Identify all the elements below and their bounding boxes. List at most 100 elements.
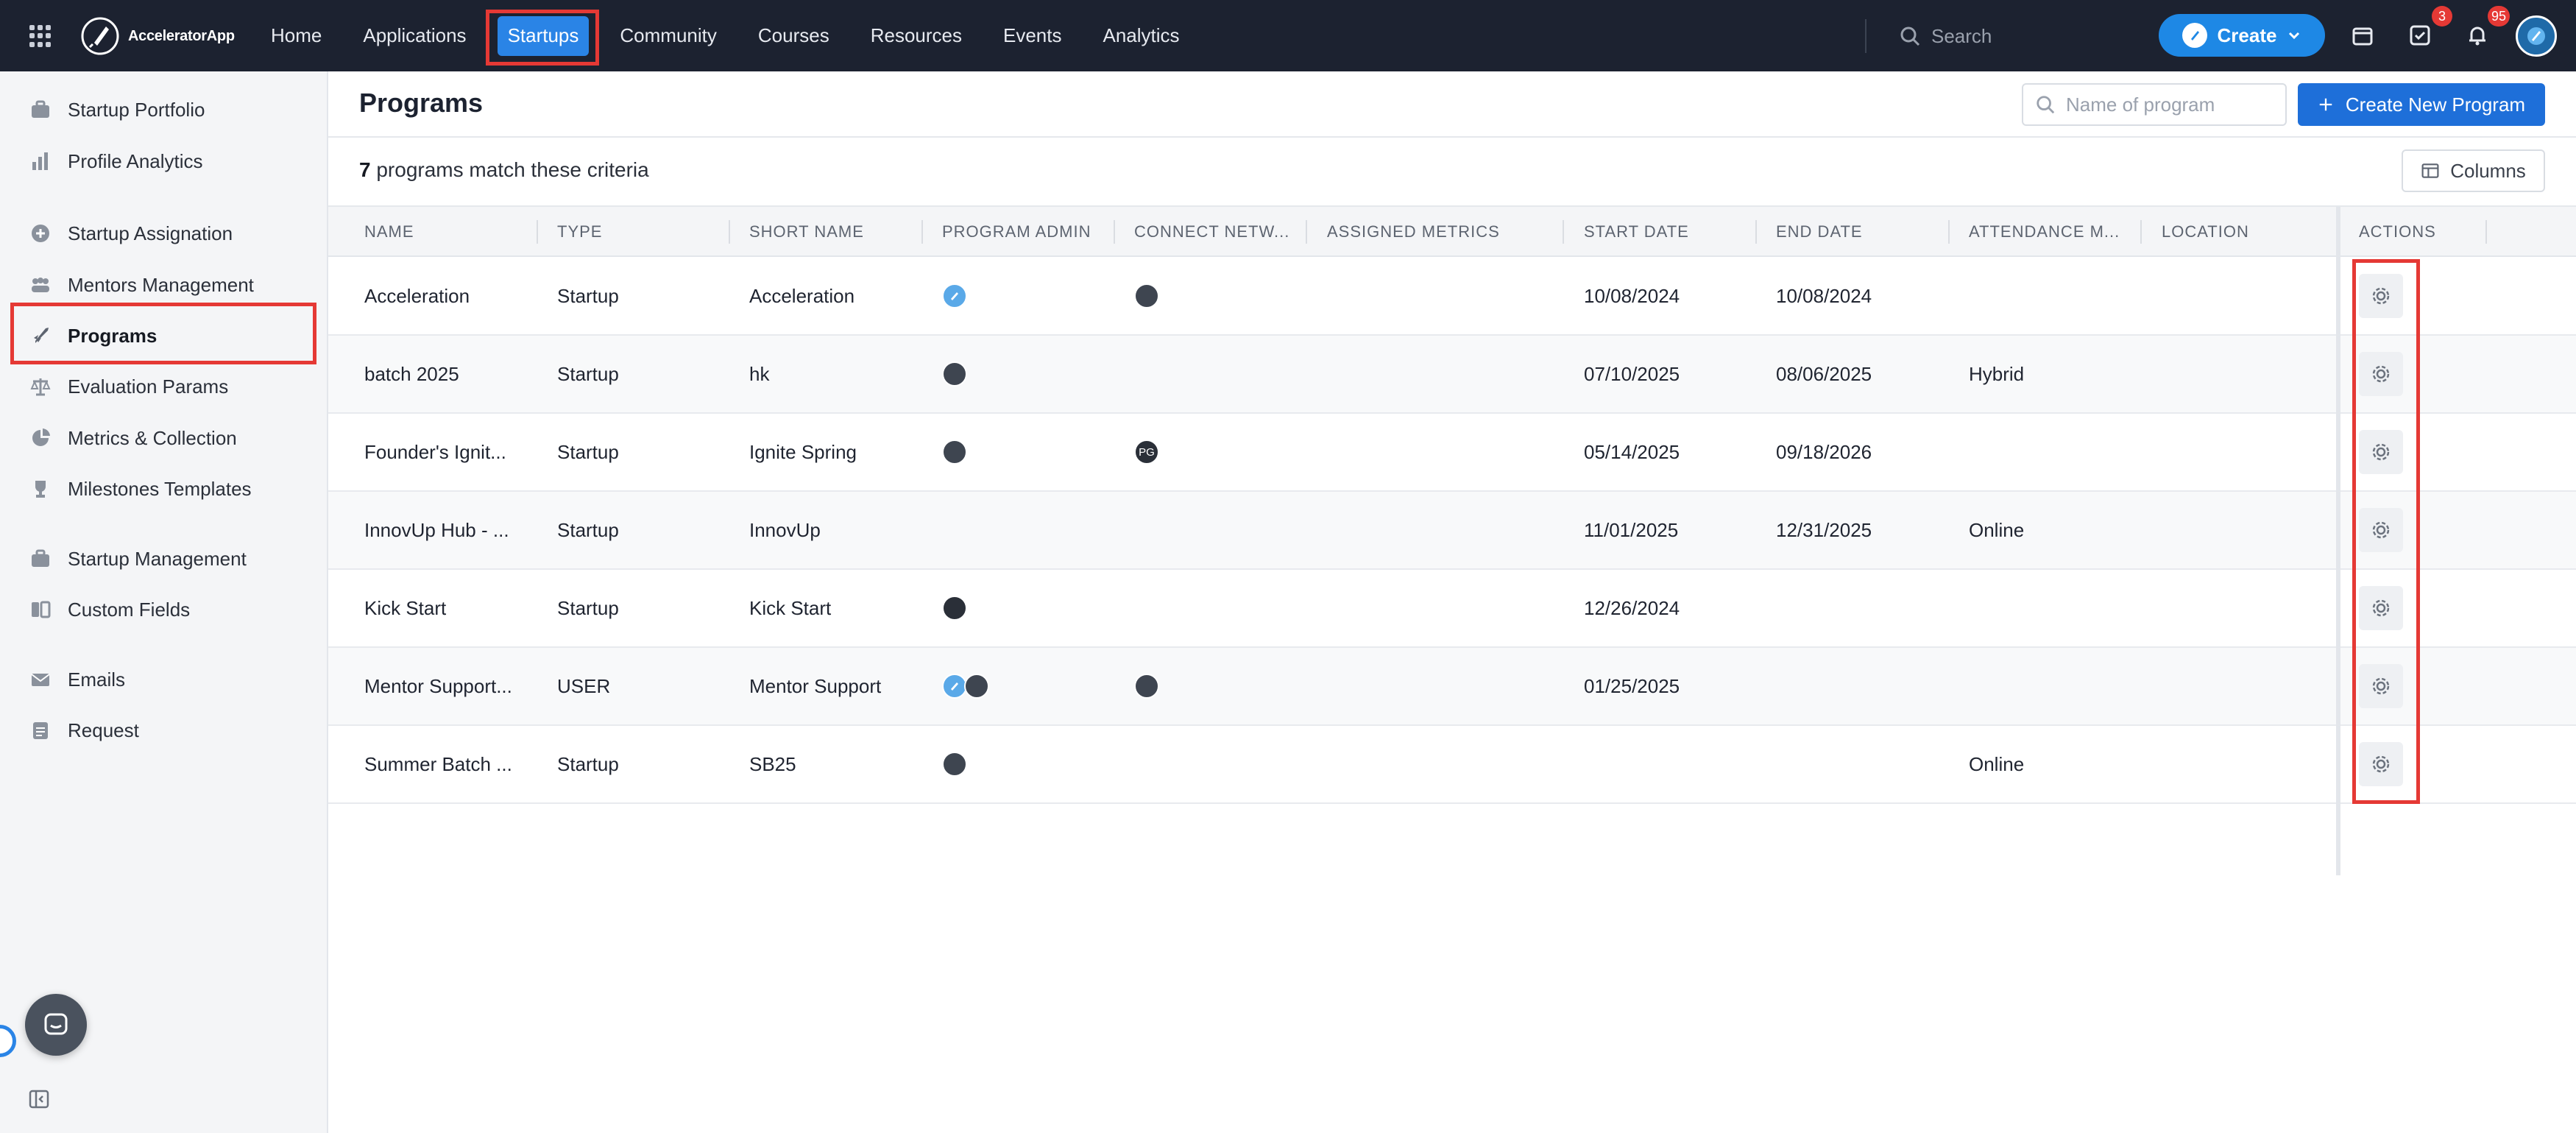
clipboard-icon — [33, 722, 48, 739]
briefcase-icon — [32, 549, 49, 567]
sidebar-item-label: Profile Analytics — [68, 149, 203, 172]
plus-circle-icon — [32, 225, 49, 242]
column-header-program-admin[interactable]: PROGRAM ADMIN — [942, 207, 1091, 257]
sidebar-item-programs[interactable]: Programs — [0, 315, 328, 356]
cell-name[interactable]: Founder's Ignit... — [364, 414, 506, 490]
column-header-short-name[interactable]: SHORT NAME — [749, 207, 864, 257]
settings-gear-button[interactable] — [2359, 430, 2403, 474]
column-resize-handle — [729, 220, 730, 244]
sidebar-item-evaluation-params[interactable]: Evaluation Params — [0, 366, 328, 407]
settings-gear-button[interactable] — [2359, 274, 2403, 318]
column-header-name[interactable]: NAME — [364, 207, 414, 257]
sidebar-item-label: Startup Assignation — [68, 222, 233, 244]
sidebar-item-custom-fields[interactable]: Custom Fields — [0, 589, 328, 630]
profile-logo-icon — [2527, 27, 2545, 45]
sidebar-item-mentors-management[interactable]: Mentors Management — [0, 264, 328, 306]
sidebar-item-startup-assignation[interactable]: Startup Assignation — [0, 213, 328, 254]
column-resize-handle — [1755, 220, 1757, 244]
settings-gear-button[interactable] — [2359, 742, 2403, 786]
admin-avatar[interactable] — [942, 283, 967, 308]
nav-events[interactable]: Events — [983, 16, 1083, 56]
cell-short-name: hk — [749, 362, 770, 385]
admin-avatar[interactable] — [964, 674, 989, 699]
sidebar-item-milestones-templates[interactable]: Milestones Templates — [0, 468, 328, 509]
settings-gear-button[interactable] — [2359, 586, 2403, 630]
rocket-icon — [34, 328, 49, 343]
table-row[interactable]: Summer Batch ... Startup SB25 Online — [328, 726, 2576, 804]
cell-name[interactable]: InnovUp Hub - ... — [364, 492, 509, 568]
columns-button[interactable]: Columns — [2402, 149, 2545, 192]
column-header-type[interactable]: TYPE — [557, 207, 602, 257]
nav-analytics[interactable]: Analytics — [1082, 16, 1200, 56]
cell-program-admin — [942, 414, 967, 490]
filter-placeholder: Name of program — [2066, 93, 2215, 116]
table-row[interactable]: batch 2025 Startup hk 07/10/2025 08/06/2… — [328, 336, 2576, 414]
cell-end-date: 08/06/2025 — [1776, 362, 1872, 385]
cell-attendance: Online — [1969, 518, 2025, 541]
nav-home[interactable]: Home — [250, 16, 342, 56]
column-header-location[interactable]: LOCATION — [2162, 207, 2249, 257]
admin-avatar[interactable] — [942, 361, 967, 387]
cell-name[interactable]: Acceleration — [364, 258, 470, 334]
user-avatar[interactable] — [2516, 15, 2557, 57]
network-avatar-initials[interactable]: PG — [1134, 440, 1159, 465]
column-header-assigned-metrics[interactable]: ASSIGNED METRICS — [1327, 207, 1500, 257]
admin-avatar[interactable] — [942, 752, 967, 777]
cell-name[interactable]: Kick Start — [364, 570, 446, 646]
table-row[interactable]: Mentor Support... USER Mentor Support 01… — [328, 648, 2576, 726]
settings-gear-button[interactable] — [2359, 664, 2403, 708]
nav-applications[interactable]: Applications — [342, 16, 486, 56]
cell-attendance: Hybrid — [1969, 362, 2025, 385]
sidebar-item-label: Evaluation Params — [68, 375, 229, 398]
table-row[interactable]: InnovUp Hub - ... Startup InnovUp 11/01/… — [328, 492, 2576, 570]
sidebar-item-startup-management[interactable]: Startup Management — [0, 538, 328, 579]
search-icon — [2037, 96, 2055, 114]
cell-name[interactable]: Summer Batch ... — [364, 726, 512, 802]
create-new-program-button[interactable]: Create New Program — [2298, 83, 2545, 126]
network-avatar[interactable] — [1134, 283, 1159, 308]
global-search[interactable]: Search — [1899, 19, 1992, 53]
cell-program-admin — [942, 336, 967, 412]
column-resize-handle — [1114, 220, 1115, 244]
admin-avatar[interactable] — [942, 440, 967, 465]
settings-gear-button[interactable] — [2359, 352, 2403, 396]
sidebar-item-label: Emails — [68, 668, 126, 691]
main-content: Programs Name of program Create New Prog… — [328, 71, 2576, 1133]
sidebar-item-metrics-collection[interactable]: Metrics & Collection — [0, 417, 328, 459]
column-header-attendance-mode[interactable]: ATTENDANCE M... — [1969, 207, 2120, 257]
chat-widget-icon[interactable] — [25, 994, 87, 1056]
sidebar-item-emails[interactable]: Emails — [0, 659, 328, 700]
column-header-connect-network[interactable]: CONNECT NETW... — [1134, 207, 1289, 257]
nav-resources[interactable]: Resources — [850, 16, 983, 56]
table-row[interactable]: Founder's Ignit... Startup Ignite Spring… — [328, 414, 2576, 492]
settings-gear-button[interactable] — [2359, 508, 2403, 552]
admin-avatar[interactable] — [942, 596, 967, 621]
apps-grid-icon[interactable] — [29, 25, 52, 47]
cell-name[interactable]: Mentor Support... — [364, 648, 512, 724]
column-header-end-date[interactable]: END DATE — [1776, 207, 1863, 257]
calendar-icon[interactable] — [2348, 21, 2377, 50]
nav-courses[interactable]: Courses — [737, 16, 850, 56]
tasks-icon[interactable] — [2405, 21, 2435, 50]
column-header-start-date[interactable]: START DATE — [1584, 207, 1689, 257]
collapse-sidebar-icon[interactable] — [28, 1088, 50, 1110]
sidebar-item-startup-portfolio[interactable]: Startup Portfolio — [0, 89, 328, 130]
column-resize-handle — [1306, 220, 1307, 244]
nav-startups[interactable]: Startups — [497, 15, 590, 56]
app-logo[interactable]: AcceleratorApp — [79, 16, 235, 56]
admin-avatar[interactable] — [942, 674, 967, 699]
column-resize-handle — [921, 220, 923, 244]
create-button[interactable]: Create — [2159, 14, 2325, 57]
sidebar-item-request[interactable]: Request — [0, 710, 328, 751]
program-name-filter[interactable]: Name of program — [2022, 83, 2287, 126]
table-row[interactable]: Kick Start Startup Kick Start 12/26/2024 — [328, 570, 2576, 648]
actions-column-divider — [2336, 207, 2340, 875]
pie-chart-icon — [32, 428, 50, 446]
cell-actions — [2359, 414, 2403, 490]
table-row[interactable]: Acceleration Startup Acceleration 10/08/… — [328, 258, 2576, 336]
bell-icon[interactable] — [2463, 21, 2492, 50]
network-avatar[interactable] — [1134, 674, 1159, 699]
nav-community[interactable]: Community — [599, 16, 737, 56]
sidebar-item-profile-analytics[interactable]: Profile Analytics — [0, 141, 328, 182]
cell-name[interactable]: batch 2025 — [364, 336, 459, 412]
